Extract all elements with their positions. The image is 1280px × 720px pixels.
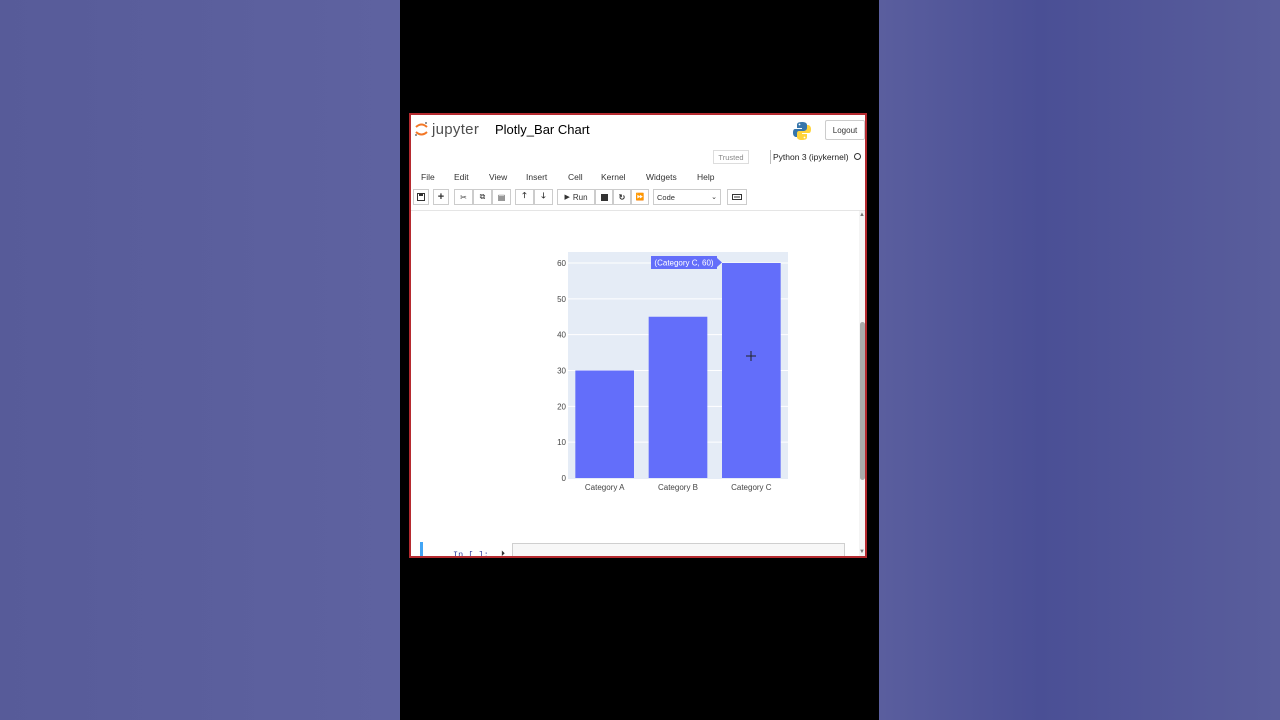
background-left <box>0 0 400 720</box>
restart-icon: ↻ <box>618 192 626 202</box>
insert-cell-button[interactable]: + <box>433 189 449 205</box>
bar <box>648 316 708 478</box>
notebook-title[interactable]: Plotly_Bar Chart <box>495 122 590 137</box>
bar-chart[interactable]: 0 10 20 30 40 50 60 Category A Category B Categor… <box>411 211 859 541</box>
paste-icon: ▤ <box>497 192 506 202</box>
jupyter-window: jupyter Plotly_Bar Chart Logout Trusted … <box>409 113 867 558</box>
run-label: Run <box>572 192 588 202</box>
menu-cell[interactable]: Cell <box>568 172 583 182</box>
menubar: File Edit View Insert Cell Kernel Widget… <box>411 168 865 185</box>
menu-insert[interactable]: Insert <box>526 172 547 182</box>
jupyter-logo-text: jupyter <box>432 121 480 138</box>
y-tick-label: 10 <box>557 438 566 447</box>
fast-forward-icon: ⏩ <box>635 194 645 201</box>
background-right <box>879 0 1280 720</box>
command-palette-button[interactable] <box>727 189 747 205</box>
jupyter-logo[interactable]: jupyter <box>414 121 479 138</box>
paste-button[interactable]: ▤ <box>492 189 511 205</box>
hover-label-text: (Category C, 60) <box>654 259 713 268</box>
menu-kernel[interactable]: Kernel <box>601 172 626 182</box>
kernel-separator <box>770 150 771 164</box>
copy-button[interactable]: ⧉ <box>473 189 492 205</box>
python-logo-icon <box>793 122 811 140</box>
x-tick-label: Category A <box>585 483 625 492</box>
notebook-area: 0 10 20 30 40 50 60 Category A Category B Categor… <box>411 211 859 558</box>
cell-selected-bar <box>420 542 423 556</box>
y-tick-label: 40 <box>557 331 566 340</box>
bar <box>722 263 781 478</box>
menu-file[interactable]: File <box>421 172 435 182</box>
cell-type-select[interactable]: Code ⌄ <box>653 189 721 205</box>
cell-run-icon[interactable]: ⏵ <box>501 549 505 556</box>
copy-icon: ⧉ <box>479 192 486 201</box>
cell-prompt: In [ ]: <box>453 550 489 558</box>
x-tick-label: Category B <box>658 483 698 492</box>
move-up-button[interactable]: 🡑 <box>515 189 534 205</box>
menu-widgets[interactable]: Widgets <box>646 172 677 182</box>
arrow-down-icon: 🡓 <box>541 191 546 200</box>
move-down-button[interactable]: 🡓 <box>534 189 553 205</box>
plus-icon: + <box>437 191 445 203</box>
scroll-down-icon[interactable]: ▼ <box>859 549 865 555</box>
kernel-name[interactable]: Python 3 (ipykernel) <box>773 152 849 162</box>
cell-type-value: Code <box>657 192 675 202</box>
restart-run-all-button[interactable]: ⏩ <box>631 189 649 205</box>
cut-button[interactable]: ✂ <box>454 189 473 205</box>
stop-icon <box>600 193 608 201</box>
code-cell-input[interactable] <box>512 543 845 556</box>
keyboard-icon <box>732 194 742 200</box>
menu-edit[interactable]: Edit <box>454 172 469 182</box>
trusted-indicator[interactable]: Trusted <box>713 150 749 164</box>
bar <box>575 370 634 478</box>
save-icon <box>417 193 425 201</box>
scrollbar-thumb[interactable] <box>860 322 865 480</box>
restart-button[interactable]: ↻ <box>613 189 631 205</box>
menu-help[interactable]: Help <box>697 172 714 182</box>
kernel-status-icon <box>854 153 861 160</box>
y-tick-label: 20 <box>557 402 566 411</box>
y-tick-label: 0 <box>562 474 567 483</box>
play-icon: ▶ <box>564 194 570 201</box>
x-tick-label: Category C <box>731 483 772 492</box>
save-button[interactable] <box>413 189 429 205</box>
scissors-icon: ✂ <box>460 192 467 202</box>
logout-button[interactable]: Logout <box>825 120 865 140</box>
y-tick-label: 30 <box>557 367 566 376</box>
header: jupyter Plotly_Bar Chart Logout <box>411 115 865 145</box>
menu-view[interactable]: View <box>489 172 507 182</box>
jupyter-logo-icon <box>415 122 428 136</box>
y-tick-label: 60 <box>557 259 566 268</box>
scroll-up-icon[interactable]: ▲ <box>859 212 865 218</box>
toolbar: + ✂ ⧉ ▤ 🡑 🡓 ▶ Run ↻ ⏩ Code ⌄ <box>411 189 865 207</box>
chevron-down-icon: ⌄ <box>711 194 717 201</box>
arrow-up-icon: 🡑 <box>522 191 527 200</box>
run-button[interactable]: ▶ Run <box>557 189 595 205</box>
interrupt-button[interactable] <box>595 189 613 205</box>
y-tick-label: 50 <box>557 295 566 304</box>
